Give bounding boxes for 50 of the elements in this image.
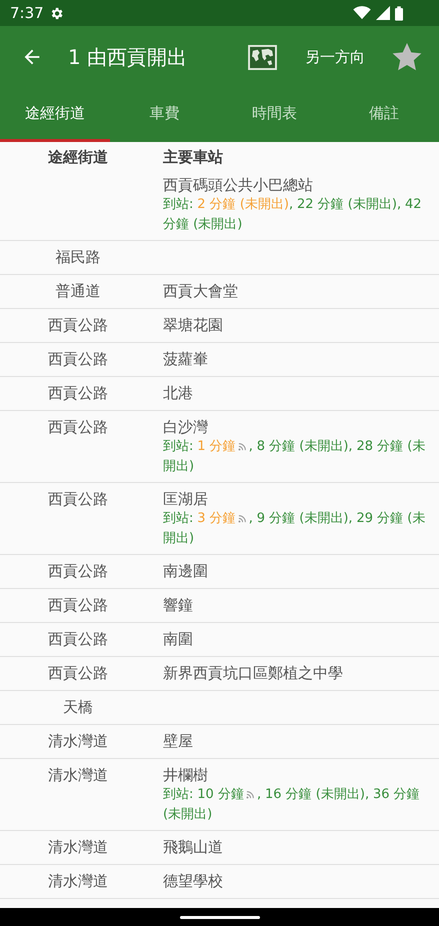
column-header: 途經街道 (47, 148, 109, 167)
signal-icon (376, 6, 390, 20)
star-icon[interactable] (391, 41, 423, 73)
arrival-times: 到站: 10 分鐘 , 16 分鐘 (未開出), 36 分鐘 (未開出) (163, 786, 421, 824)
stop-name: 飛鵝山道 (163, 838, 224, 857)
street-name: 天橋 (63, 698, 93, 716)
tab[interactable]: 車費 (110, 88, 220, 142)
stop-name: 新界西貢坑口區鄭植之中學 (163, 664, 344, 683)
street-name: 西貢公路 (48, 490, 108, 508)
wifi-icon (353, 6, 371, 20)
tab[interactable]: 備註 (329, 88, 439, 142)
street-name: 清水灣道 (48, 732, 108, 750)
map-icon[interactable] (248, 44, 277, 70)
route-title: 1 由西貢開出 (68, 44, 188, 70)
stop-name: 北港 (163, 384, 194, 403)
stop-name: 壁屋 (163, 732, 194, 751)
arrival-times: 到站: 3 分鐘 , 9 分鐘 (未開出), 29 分鐘 (未開出) (163, 510, 426, 548)
stop-name: 南圍 (163, 630, 194, 649)
stop-name: 翠塘花園 (163, 316, 224, 335)
stop-name: 響鐘 (163, 596, 194, 615)
street-name: 清水灣道 (48, 838, 108, 856)
street-name: 西貢公路 (48, 630, 108, 648)
battery-icon (395, 6, 403, 20)
stop-name: 井欄樹 (163, 766, 209, 785)
other-direction-button[interactable]: 另一方向 (301, 42, 369, 72)
stop-name: 南邊圍 (163, 562, 209, 581)
street-name: 西貢公路 (48, 384, 108, 402)
arrival-times: 到站: 1 分鐘 , 8 分鐘 (未開出), 28 分鐘 (未開出) (163, 438, 426, 476)
stop-name: 匡湖居 (163, 490, 209, 509)
street-name: 普通道 (56, 282, 100, 300)
street-name: 清水灣道 (48, 766, 108, 784)
street-name: 清水灣道 (48, 872, 108, 890)
stop-name: 西貢碼頭公共小巴總站 (163, 176, 314, 195)
stop-name: 西貢大會堂 (163, 282, 239, 301)
stop-name: 菠蘿輋 (163, 350, 209, 369)
tab[interactable]: 途經街道 (0, 88, 110, 142)
home-indicator[interactable] (180, 916, 260, 918)
street-name: 西貢公路 (48, 664, 108, 682)
street-name: 西貢公路 (48, 418, 108, 436)
street-name: 西貢公路 (48, 596, 108, 614)
street-name: 西貢公路 (48, 562, 108, 580)
arrival-times: 到站: 2 分鐘 (未開出), 22 分鐘 (未開出), 42 分鐘 (未開出) (163, 196, 423, 234)
street-name: 西貢公路 (48, 350, 108, 368)
column-header: 主要車站 (163, 148, 224, 167)
stop-name: 德望學校 (163, 872, 224, 891)
clock: 7:37 (10, 4, 44, 22)
street-name: 西貢公路 (48, 316, 108, 334)
street-name: 福民路 (56, 248, 100, 266)
tab[interactable]: 時間表 (220, 88, 330, 142)
stop-name: 白沙灣 (163, 418, 209, 437)
